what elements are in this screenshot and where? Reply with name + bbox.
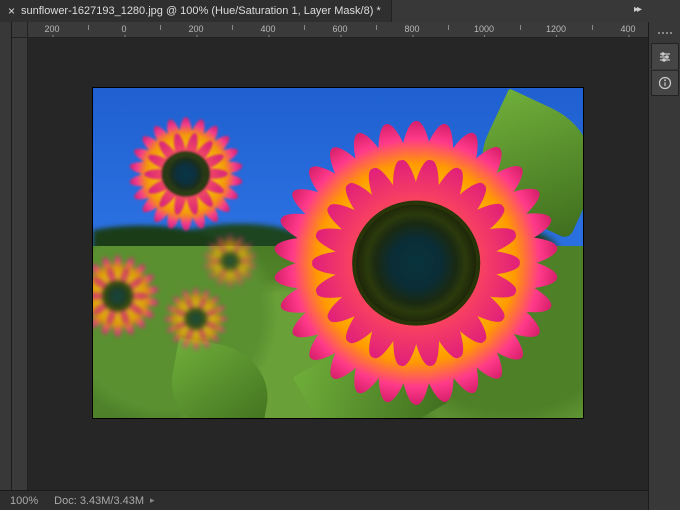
collapsed-panel-dock: [648, 22, 680, 510]
document-tab-title: sunflower-1627193_1280.jpg @ 100% (Hue/S…: [21, 5, 381, 17]
doc-size: Doc: 3.43M/3.43M: [54, 495, 144, 507]
status-bar: 100% Doc: 3.43M/3.43M ▸: [0, 490, 648, 510]
close-icon[interactable]: ×: [8, 5, 15, 17]
zoom-level[interactable]: 100%: [10, 495, 38, 507]
workspace: 200020040060080010001200400: [12, 22, 648, 490]
document-tab[interactable]: × sunflower-1627193_1280.jpg @ 100% (Hue…: [0, 0, 392, 22]
panel-drag-handle-icon[interactable]: [656, 32, 674, 37]
canvas-area[interactable]: [28, 38, 648, 490]
ruler-origin[interactable]: [12, 22, 28, 38]
status-menu-chevron-icon[interactable]: ▸: [150, 495, 155, 506]
document-canvas[interactable]: [93, 88, 583, 418]
document-tab-bar: × sunflower-1627193_1280.jpg @ 100% (Hue…: [0, 0, 680, 22]
options-strip: [0, 22, 12, 490]
ruler-horizontal[interactable]: 200020040060080010001200400: [28, 22, 648, 38]
expand-panels-icon[interactable]: ▸▸: [634, 4, 640, 15]
info-panel-icon[interactable]: [651, 70, 679, 96]
ruler-vertical[interactable]: [12, 38, 28, 490]
properties-panel-icon[interactable]: [651, 43, 679, 69]
image-content: [93, 88, 583, 418]
